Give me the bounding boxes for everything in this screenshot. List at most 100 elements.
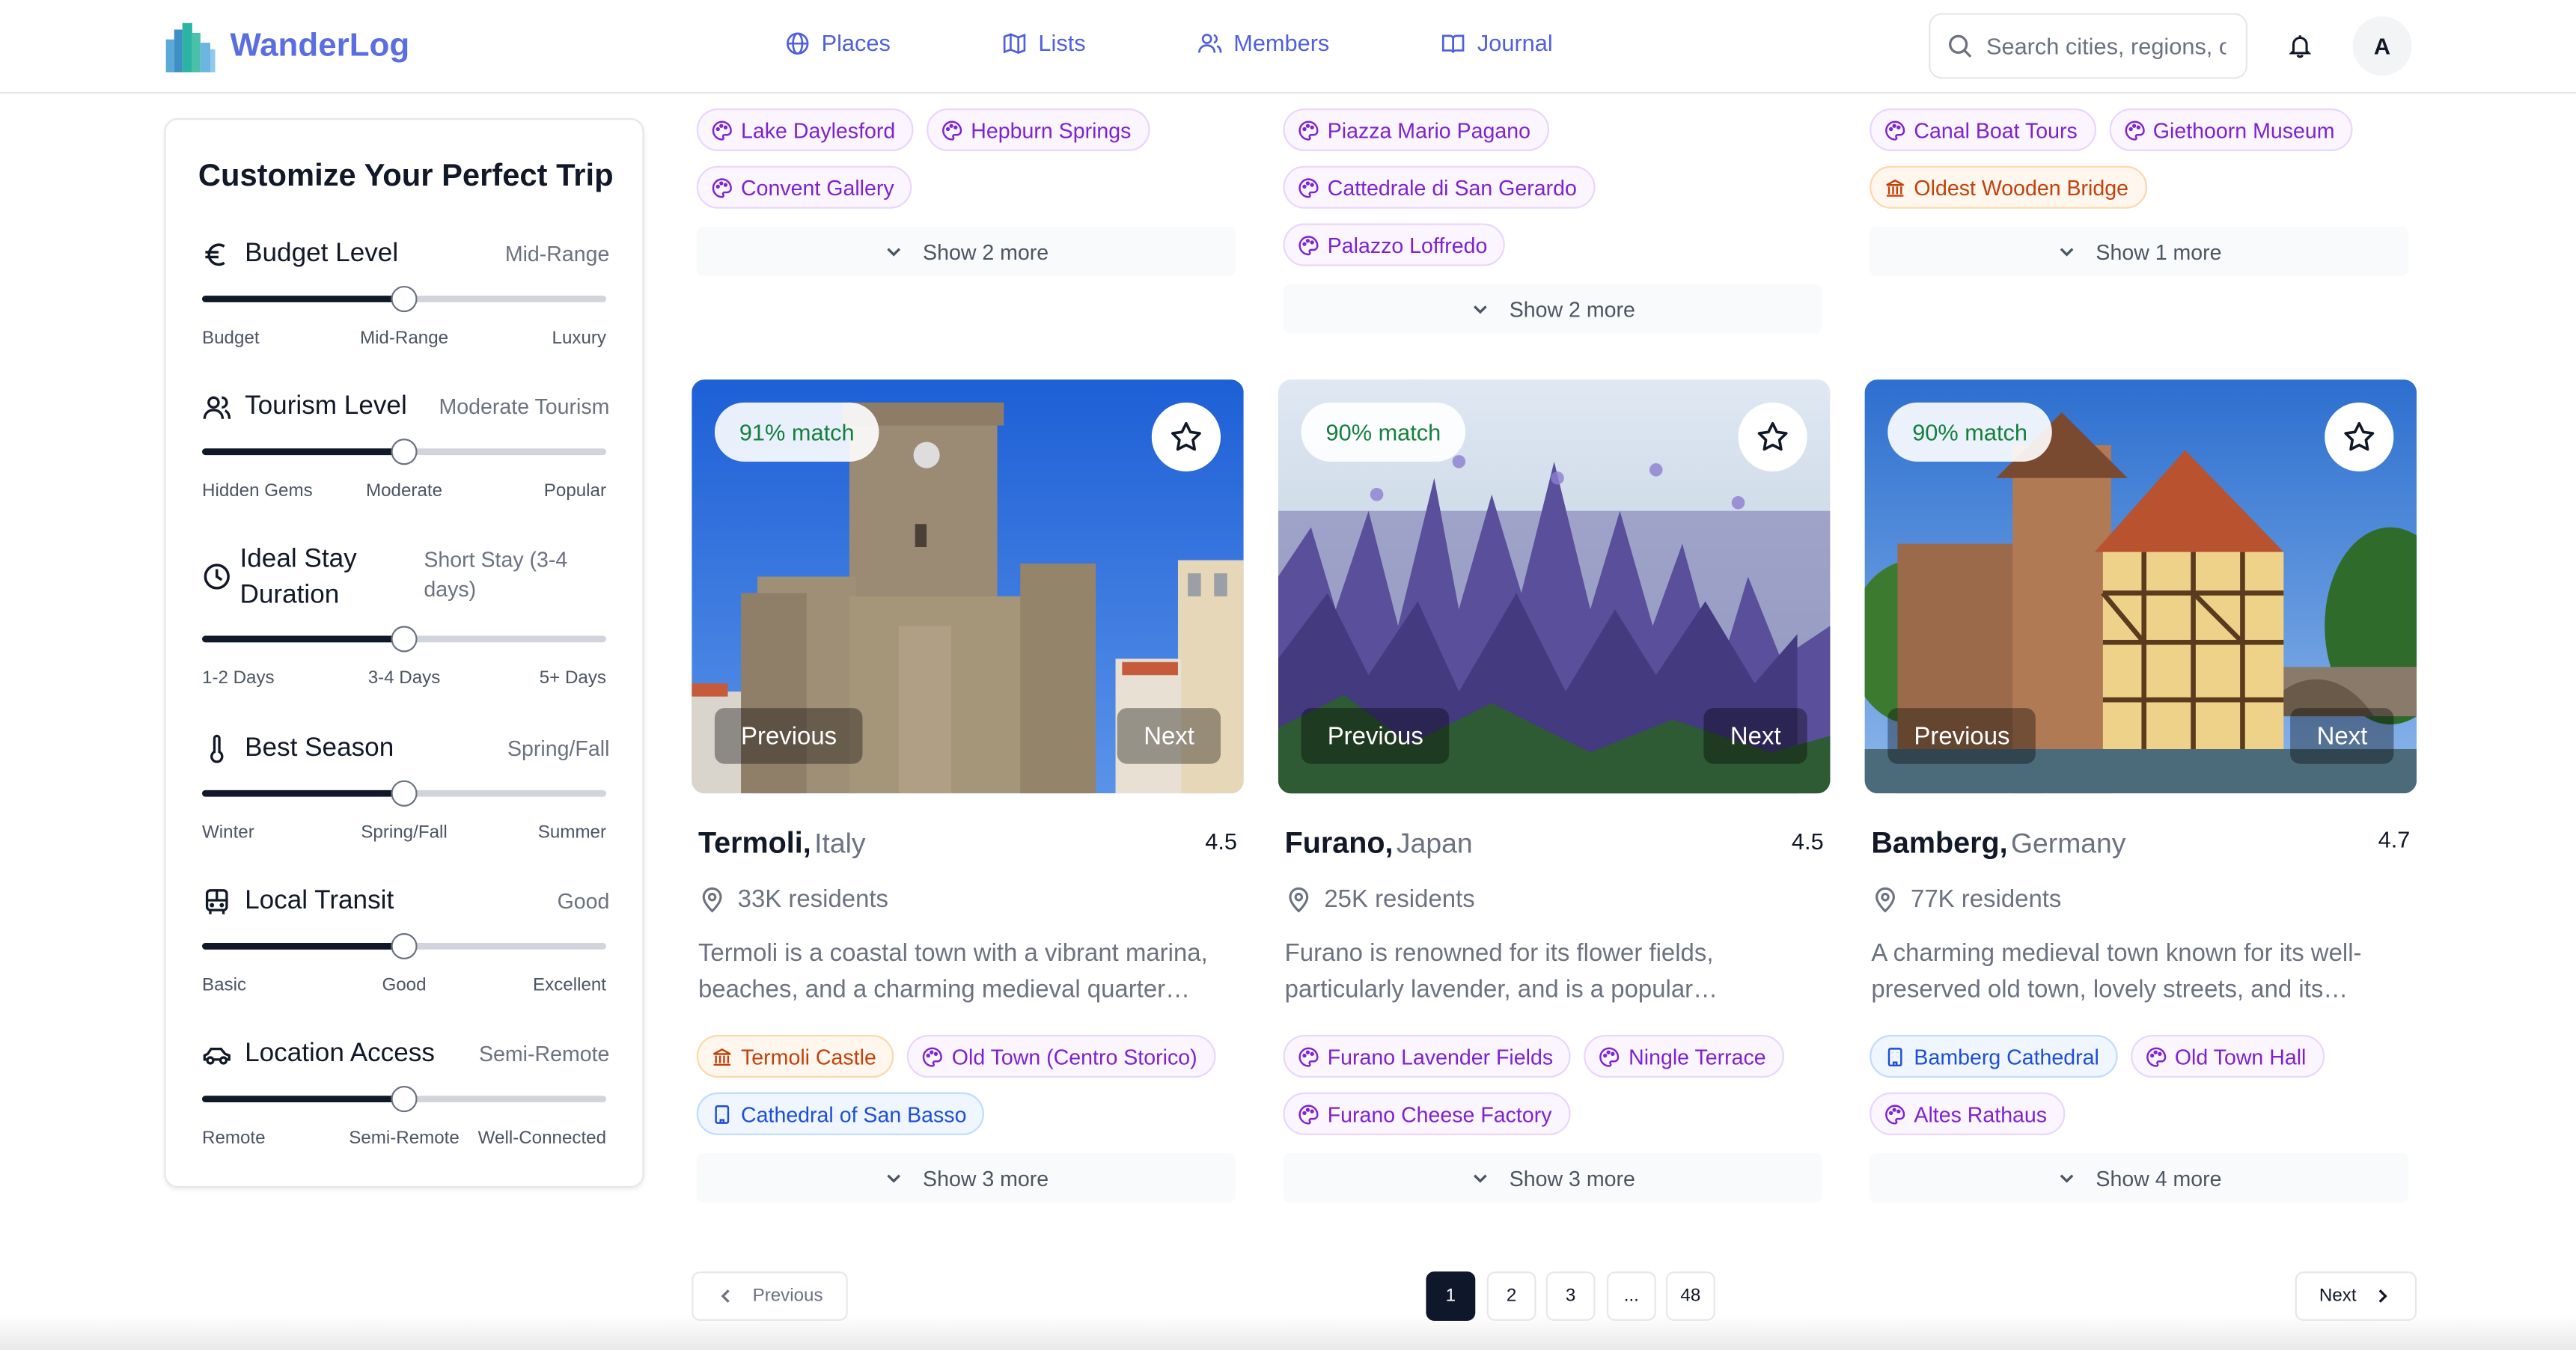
slider-ticks: 1-2 Days 3-4 Days 5+ Days [202,668,606,691]
stay-duration-slider[interactable] [202,626,607,653]
transit-slider[interactable] [202,932,607,959]
attraction-tag[interactable]: Convent Gallery [696,165,912,209]
tick-label: Popular [543,481,607,501]
attraction-tag[interactable]: Giethoorn Museum [2108,108,2353,151]
season-slider[interactable] [202,780,607,807]
attraction-tag[interactable]: Bamberg Cathedral [1870,1034,2118,1078]
page-button-3[interactable]: 3 [1545,1271,1596,1321]
tag-label: Palazzo Loffredo [1327,232,1488,257]
chevron-right-icon [2379,1289,2388,1303]
slider-thumb[interactable] [391,932,418,959]
chevron-down-icon [886,1174,900,1183]
search-input[interactable] [1986,32,2226,60]
destination-description: Furano is renowned for its flower fields… [1284,939,1718,1004]
nav-journal[interactable]: Journal [1441,30,1553,56]
search-box[interactable] [1929,13,2248,79]
slider-ticks: Budget Mid-Range Luxury [202,329,606,352]
tag-label: Oldest Wooden Bridge [1914,174,2129,200]
show-more-label: Show 3 more [923,1165,1049,1191]
show-more-button[interactable]: Show 3 more [696,1153,1236,1203]
pagination-next-button[interactable]: Next [2295,1271,2417,1321]
pagination-previous-button[interactable]: Previous [692,1271,848,1321]
tourism-slider[interactable] [202,439,607,465]
attraction-tag[interactable]: Old Town (Centro Storico) [907,1034,1215,1078]
attraction-tag[interactable]: Ningle Terrace [1584,1034,1784,1078]
palette-icon [2146,1046,2166,1066]
residents-info: 77K residents [1871,885,2061,914]
destination-title[interactable]: Bamberg, Germany [1871,826,2125,861]
show-more-button[interactable]: Show 1 more [1870,226,2409,276]
photo-next-button[interactable]: Next [2290,708,2394,764]
attraction-tag[interactable]: Altes Rathaus [1870,1092,2066,1135]
page-button-2[interactable]: 2 [1486,1271,1536,1321]
attraction-tag[interactable]: Termoli Castle [696,1034,894,1078]
search-icon [1949,34,1972,58]
location-pin-icon [1875,887,1895,913]
nav-members-label: Members [1233,29,1330,56]
logo[interactable]: WanderLog [165,19,409,73]
filter-label: Local Transit [245,887,394,915]
attraction-tag[interactable]: Canal Boat Tours [1870,108,2096,151]
attraction-tag[interactable]: Furano Lavender Fields [1283,1034,1572,1078]
favorite-button[interactable] [2325,402,2394,472]
city-name: Furano, [1284,826,1394,860]
destination-photo[interactable]: 91% match Previous Next [692,379,1244,794]
tick-label: Remote [202,1128,266,1149]
photo-next-button[interactable]: Next [1117,708,1221,764]
tag-label: Bamberg Cathedral [1914,1044,2099,1069]
destination-title[interactable]: Termoli, Italy [698,826,866,861]
attraction-tag[interactable]: Hepburn Springs [926,108,1150,151]
nav-members[interactable]: Members [1197,30,1329,56]
photo-next-button[interactable]: Next [1703,708,1807,764]
tag-label: Old Town Hall [2174,1044,2307,1069]
filter-value: Good [557,888,610,914]
attraction-tag[interactable]: Cattedrale di San Gerardo [1283,165,1596,209]
star-icon [2344,422,2375,451]
show-more-button[interactable]: Show 2 more [696,226,1236,276]
slider-thumb[interactable] [391,1086,418,1113]
slider-thumb[interactable] [391,439,418,465]
show-more-button[interactable]: Show 2 more [1283,284,1822,334]
slider-thumb[interactable] [391,626,418,653]
attraction-tag[interactable]: Old Town Hall [2130,1034,2325,1078]
favorite-button[interactable] [1151,402,1221,472]
palette-icon [1298,177,1319,198]
attraction-tag[interactable]: Palazzo Loffredo [1283,223,1506,266]
page-button-48[interactable]: 48 [1665,1271,1715,1321]
page-button-1[interactable]: 1 [1426,1271,1476,1321]
match-badge: 91% match [714,402,879,462]
attraction-tag[interactable]: Furano Cheese Factory [1283,1092,1570,1135]
slider-thumb[interactable] [391,780,418,807]
budget-slider[interactable] [202,285,607,313]
rating: 4.5 [1791,828,1824,855]
attraction-tag[interactable]: Oldest Wooden Bridge [1870,165,2147,209]
location-access-slider[interactable] [202,1086,607,1113]
residents-count: 33K residents [737,885,889,914]
attraction-tag[interactable]: Cathedral of San Basso [696,1092,985,1135]
destination-title[interactable]: Furano, Japan [1285,826,1473,861]
favorite-button[interactable] [1738,402,1807,472]
attraction-tag[interactable]: Lake Daylesford [696,108,914,151]
notifications-button[interactable] [2274,19,2326,72]
pagination-next-label: Next [2319,1286,2357,1307]
page-bottom-fade [0,1314,2576,1350]
tick-label: Good [382,975,427,996]
nav-places[interactable]: Places [785,30,891,56]
slider-fill [202,943,405,950]
attraction-tag[interactable]: Piazza Mario Pagano [1283,108,1549,151]
photo-previous-button[interactable]: Previous [1301,708,1450,764]
photo-previous-button[interactable]: Previous [1887,708,2036,764]
destination-description: A charming medieval town known for its w… [1871,939,2362,1004]
tag-label: Furano Lavender Fields [1327,1044,1554,1069]
tag-label: Old Town (Centro Storico) [951,1044,1197,1069]
photo-previous-button[interactable]: Previous [714,708,864,764]
user-avatar[interactable]: A [2352,16,2412,76]
nav-lists[interactable]: Lists [1002,30,1086,56]
show-more-button[interactable]: Show 4 more [1870,1153,2409,1203]
clock-icon [204,563,230,590]
destination-photo[interactable]: 90% match Previous Next [1278,379,1831,794]
destination-photo[interactable]: 90% match Previous Next [1864,379,2417,794]
show-more-button[interactable]: Show 3 more [1283,1153,1822,1203]
panel-title: Customize Your Perfect Trip [198,159,614,195]
slider-thumb[interactable] [391,285,418,313]
